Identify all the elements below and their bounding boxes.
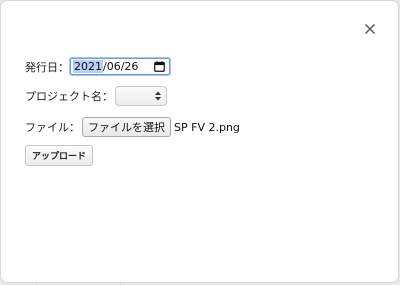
upload-dialog: 発行日： 2021 /06/26 プロジェクト名： ファイル： ファイルを選択 … bbox=[1, 1, 398, 282]
close-icon bbox=[361, 20, 379, 38]
issue-date-input[interactable]: 2021 /06/26 bbox=[70, 58, 170, 75]
issue-date-label: 発行日： bbox=[25, 60, 69, 74]
calendar-icon[interactable] bbox=[154, 61, 165, 72]
file-label: ファイル： bbox=[25, 121, 80, 134]
issue-date-month-day[interactable]: /06/26 bbox=[103, 60, 154, 73]
choose-file-button[interactable]: ファイルを選択 bbox=[82, 117, 171, 137]
selected-file-name: SP FV 2.png bbox=[174, 120, 240, 134]
file-row: ファイル： ファイルを選択 SP FV 2.png bbox=[25, 117, 240, 137]
select-arrows-icon bbox=[154, 90, 162, 105]
close-button[interactable] bbox=[361, 20, 379, 38]
issue-date-year[interactable]: 2021 bbox=[73, 60, 103, 73]
project-row: プロジェクト名： bbox=[25, 86, 167, 106]
project-select[interactable] bbox=[115, 86, 167, 106]
upload-button[interactable]: アップロード bbox=[25, 145, 94, 166]
issue-date-row: 発行日： 2021 /06/26 bbox=[25, 58, 170, 75]
project-label: プロジェクト名： bbox=[25, 90, 113, 103]
